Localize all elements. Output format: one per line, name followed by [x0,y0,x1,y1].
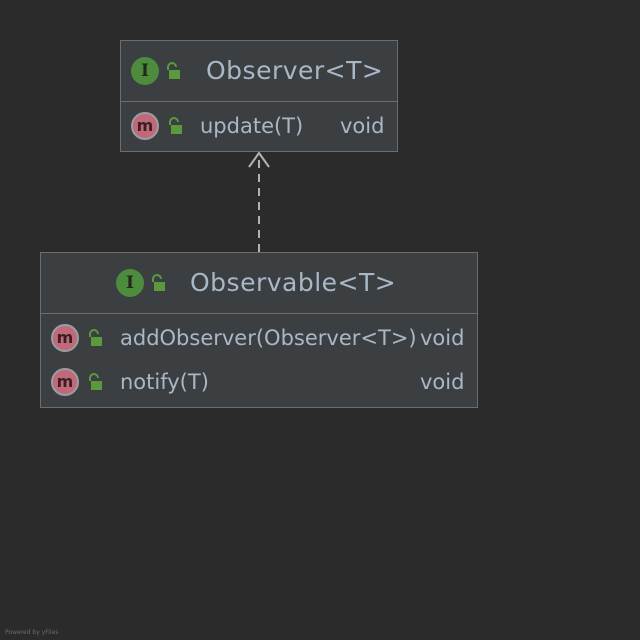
member-name: notify(T) [120,370,209,394]
class-header-observable: I Observable<T> [41,253,477,314]
footer-credit: Powered by yFiles [5,629,59,636]
public-lock-icon [167,117,183,135]
method-icon: m [51,368,79,396]
method-icon: m [51,324,79,352]
class-header-observer: I Observer<T> [121,41,397,102]
public-lock-icon [87,373,103,391]
class-box-observer[interactable]: I Observer<T> m update(T) void [120,40,398,152]
method-icon: m [131,112,159,140]
member-type: void [420,370,465,394]
interface-icon: I [116,269,144,297]
diagram-canvas: I Observer<T> m update(T) void I Observa… [0,0,640,640]
class-title-observable: Observable<T> [190,268,397,297]
member-type: void [340,114,385,138]
class-box-observable[interactable]: I Observable<T> m addObserver(Observer<T… [40,252,478,408]
public-lock-icon [87,329,103,347]
interface-icon: I [131,57,159,85]
member-row[interactable]: m addObserver(Observer<T>) void [41,314,477,360]
public-lock-icon [150,274,166,292]
public-lock-icon [165,62,181,80]
member-name: addObserver(Observer<T>) [120,326,417,350]
member-name: update(T) [200,114,304,138]
member-type: void [420,326,465,350]
member-row[interactable]: m update(T) void [121,102,397,151]
class-title-observer: Observer<T> [206,56,384,85]
member-row[interactable]: m notify(T) void [41,360,477,404]
